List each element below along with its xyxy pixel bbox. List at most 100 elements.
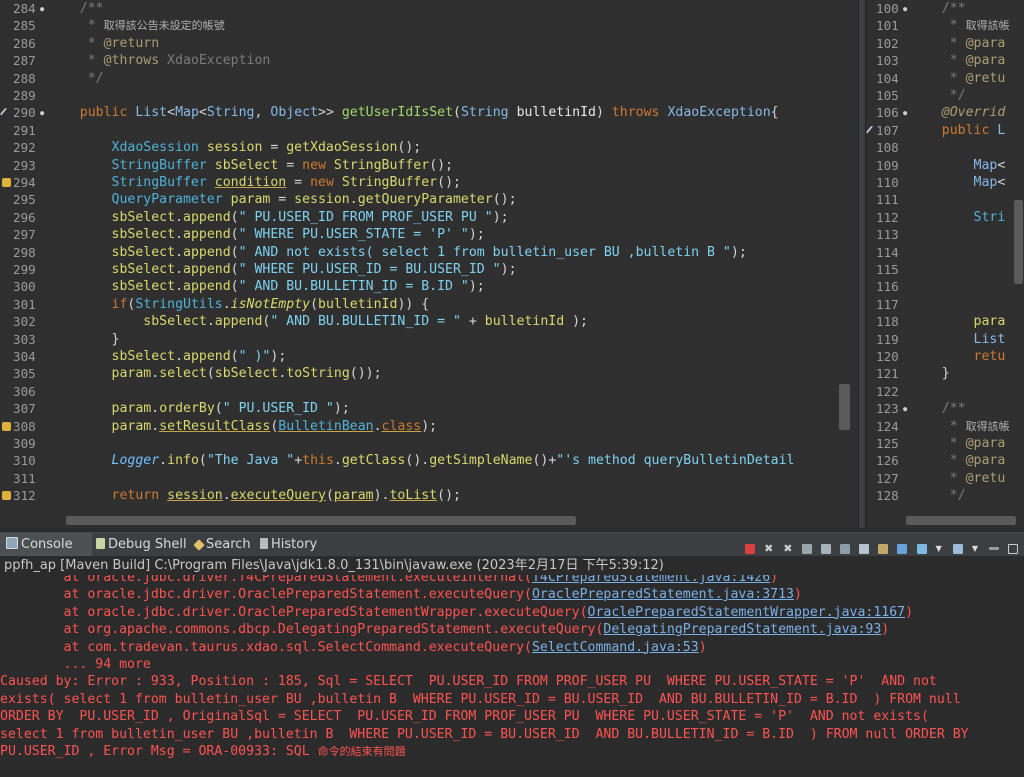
- code-line[interactable]: Map<: [910, 157, 1006, 174]
- vertical-scrollbar-left[interactable]: [836, 0, 854, 513]
- code-line[interactable]: * @para: [910, 435, 1006, 452]
- code-line[interactable]: param.setResultClass(BulletinBean.class)…: [48, 418, 438, 435]
- code-line[interactable]: * 取得該帳: [910, 17, 1010, 34]
- code-line[interactable]: * @para: [910, 35, 1006, 52]
- code-line[interactable]: sbSelect.append(" )");: [48, 348, 287, 365]
- stacktrace-link[interactable]: T4CPreparedStatement.java:1426: [532, 575, 770, 585]
- line-number: 119: [876, 331, 899, 347]
- tab-console[interactable]: Console: [0, 533, 92, 557]
- code-line[interactable]: @Overrid: [910, 104, 1006, 121]
- horizontal-scrollbar-right[interactable]: [866, 513, 1024, 528]
- warning-marker-icon: [2, 178, 11, 187]
- line-number: 112: [876, 209, 899, 225]
- horizontal-scrollbar-left[interactable]: [0, 513, 858, 528]
- code-line[interactable]: public List<Map<String, Object>> getUser…: [48, 104, 779, 121]
- stacktrace-link[interactable]: DelegatingPreparedStatement.java:93: [603, 622, 881, 637]
- code-text-area[interactable]: /** * 取得該帳 * @para * @para * @retu */ @O…: [910, 0, 1024, 513]
- code-line[interactable]: StringBuffer sbSelect = new StringBuffer…: [48, 157, 453, 174]
- code-line[interactable]: List: [910, 331, 1006, 348]
- scrollbar-thumb[interactable]: [66, 516, 576, 525]
- remove-all-icon[interactable]: ✖: [783, 543, 793, 554]
- code-line[interactable]: Logger.info("The Java "+this.getClass().…: [48, 452, 795, 469]
- editor-split-divider[interactable]: [858, 0, 866, 528]
- code-line[interactable]: Map<: [910, 174, 1006, 191]
- vertical-scrollbar-right[interactable]: [1012, 0, 1024, 513]
- code-line[interactable]: if(StringUtils.isNotEmpty(bulletinId)) {: [48, 296, 430, 313]
- code-line[interactable]: */: [910, 87, 966, 104]
- code-line[interactable]: */: [910, 487, 966, 504]
- code-line[interactable]: /**: [48, 0, 104, 17]
- show-on-output-icon[interactable]: [859, 543, 870, 554]
- code-line[interactable]: * @retu: [910, 470, 1006, 487]
- scrollbar-thumb[interactable]: [839, 384, 850, 430]
- line-number: 107: [876, 122, 899, 138]
- line-number: 312: [13, 488, 36, 504]
- tab-search[interactable]: Search: [193, 533, 251, 557]
- code-line[interactable]: sbSelect.append(" WHERE PU.USER_STATE = …: [48, 226, 485, 243]
- display-console-icon[interactable]: [916, 543, 927, 554]
- code-line[interactable]: sbSelect.append(" PU.USER_ID FROM PROF_U…: [48, 209, 509, 226]
- code-line[interactable]: sbSelect.append(" AND not exists( select…: [48, 244, 747, 261]
- code-editor-left[interactable]: 284 ● 285 286 287 288 289 290 ● 291 292 293 294 295 29…: [0, 0, 858, 513]
- line-number: 308: [13, 418, 36, 434]
- code-line[interactable]: * 取得該帳: [910, 418, 1010, 435]
- code-line[interactable]: * 取得該公告未設定的帳號: [48, 17, 225, 34]
- code-line[interactable]: param.orderBy(" PU.USER_ID ");: [48, 400, 350, 417]
- tab-debug-shell[interactable]: Debug Shell: [96, 533, 187, 557]
- scrollbar-thumb[interactable]: [1014, 200, 1023, 284]
- chevron-down-icon[interactable]: ▼: [936, 544, 944, 554]
- code-line[interactable]: * @para: [910, 452, 1006, 469]
- code-line[interactable]: * @retu: [910, 70, 1006, 87]
- code-line[interactable]: */: [48, 70, 104, 87]
- console-output[interactable]: at oracle.jdbc.driver.T4CPreparedStateme…: [0, 575, 1024, 777]
- pin-console-icon[interactable]: [897, 543, 908, 554]
- code-line[interactable]: Stri: [910, 209, 1006, 226]
- code-line[interactable]: * @para: [910, 52, 1006, 69]
- code-line[interactable]: QueryParameter param = session.getQueryP…: [48, 191, 517, 208]
- remove-launch-icon[interactable]: ✖: [764, 543, 774, 554]
- scroll-lock-icon[interactable]: [821, 543, 832, 554]
- line-number: 301: [13, 296, 36, 312]
- code-line[interactable]: para: [910, 313, 1006, 330]
- stacktrace-link[interactable]: OraclePreparedStatement.java:3713: [532, 587, 794, 602]
- code-line[interactable]: StringBuffer condition = new StringBuffe…: [48, 174, 461, 191]
- chevron-down-icon[interactable]: ▼: [972, 544, 980, 554]
- code-line[interactable]: sbSelect.append(" AND BU.BULLETIN_ID = B…: [48, 278, 485, 295]
- fold-toggle-icon[interactable]: ●: [40, 109, 48, 117]
- line-number: 307: [13, 401, 36, 417]
- scrollbar-thumb[interactable]: [906, 516, 1016, 525]
- fold-toggle-icon[interactable]: ●: [40, 5, 48, 13]
- code-line[interactable]: retu: [910, 348, 1006, 365]
- code-line[interactable]: sbSelect.append(" WHERE PU.USER_ID = BU.…: [48, 261, 517, 278]
- code-line[interactable]: /**: [910, 400, 966, 417]
- stacktrace-link[interactable]: OraclePreparedStatementWrapper.java:1167: [588, 605, 906, 620]
- code-line[interactable]: sbSelect.append(" AND BU.BULLETIN_ID = "…: [48, 313, 588, 330]
- line-number: 101: [876, 18, 899, 34]
- line-number: 302: [13, 314, 36, 330]
- terminate-icon[interactable]: [744, 543, 755, 554]
- clear-console-icon[interactable]: [801, 543, 812, 554]
- code-editor-right[interactable]: 100 ● 101 102 103 104 105 106 ● 107 108 109 110 111 11…: [866, 0, 1024, 513]
- minimize-icon[interactable]: [988, 547, 999, 550]
- console-tab-bar: Console Debug Shell Search History ✖ ✖ ▼…: [0, 532, 1024, 557]
- code-line[interactable]: /**: [910, 0, 966, 17]
- tab-history[interactable]: History: [260, 533, 317, 557]
- maximize-icon[interactable]: [1008, 543, 1018, 554]
- show-on-error-icon[interactable]: [878, 543, 889, 554]
- line-number: 122: [876, 383, 899, 399]
- console-line: at oracle.jdbc.driver.OraclePreparedStat…: [0, 604, 914, 620]
- code-line[interactable]: }: [910, 365, 950, 382]
- code-line[interactable]: }: [48, 331, 120, 348]
- code-line[interactable]: * @return: [48, 35, 159, 52]
- code-line[interactable]: param.select(sbSelect.toString());: [48, 365, 382, 382]
- code-text-area[interactable]: /** * 取得該公告未設定的帳號 * @return * @throws Xd…: [48, 0, 858, 513]
- code-line[interactable]: return session.executeQuery(param).toLis…: [48, 487, 461, 504]
- code-line[interactable]: XdaoSession session = getXdaoSession();: [48, 139, 422, 156]
- code-line[interactable]: * @throws XdaoException: [48, 52, 271, 69]
- line-number: 286: [13, 35, 36, 51]
- console-icon: [6, 537, 18, 549]
- stacktrace-link[interactable]: SelectCommand.java:53: [532, 640, 699, 655]
- code-line[interactable]: public L: [910, 122, 1006, 139]
- word-wrap-icon[interactable]: [840, 543, 851, 554]
- open-console-icon[interactable]: [952, 543, 963, 554]
